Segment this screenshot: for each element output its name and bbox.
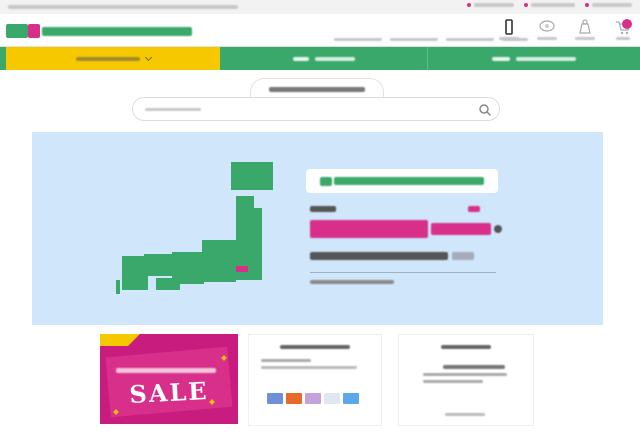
header-link-1[interactable] <box>334 38 382 41</box>
hero-line3 <box>310 252 474 260</box>
map-region-tohoku-north <box>236 196 254 208</box>
account-button[interactable] <box>496 19 522 40</box>
chevron-down-icon <box>144 53 152 62</box>
card-brand-icon <box>267 393 283 404</box>
card-brand-icon <box>286 393 302 404</box>
notice-text <box>8 5 238 9</box>
sale-banner[interactable]: SALE <box>100 334 238 424</box>
header-link-3[interactable] <box>446 38 494 41</box>
bag-icon <box>579 19 591 34</box>
sale-corner-stripe <box>100 334 140 346</box>
main-nav <box>0 46 640 70</box>
map-region-kanagawa-highlight <box>236 266 248 272</box>
notice-link-1[interactable] <box>467 3 514 7</box>
search-bar <box>132 97 500 121</box>
map-region-kanto <box>234 250 262 280</box>
header-link-2[interactable] <box>390 38 438 41</box>
notice-links <box>467 3 632 7</box>
japan-map-illustration <box>116 162 273 294</box>
history-button[interactable] <box>572 19 598 40</box>
hero-headline <box>310 220 502 238</box>
sale-subtitle <box>116 368 216 373</box>
card-brand-icon <box>305 393 321 404</box>
hero-shop-logo <box>306 169 498 193</box>
search-input[interactable] <box>145 103 475 117</box>
nav-item-3[interactable] <box>428 47 640 70</box>
card-brand-icon <box>324 393 340 404</box>
notice-link-2[interactable] <box>524 3 575 7</box>
map-region-chubu <box>202 240 236 282</box>
card3-text <box>423 365 507 383</box>
page: SALE <box>0 0 640 436</box>
user-icon <box>505 19 513 35</box>
map-region-kyushu <box>122 256 148 290</box>
hero-line4 <box>310 280 394 284</box>
logo-mark <box>6 24 28 38</box>
logo-mark-accent <box>28 24 40 38</box>
shipping-info-card[interactable] <box>398 334 534 426</box>
card3-link[interactable] <box>445 413 485 416</box>
payment-methods-card[interactable] <box>248 334 382 426</box>
card2-text <box>261 359 357 369</box>
cart-count-badge <box>622 19 632 29</box>
map-region-hokkaido <box>231 162 273 190</box>
site-header <box>0 14 640 46</box>
favorites-button[interactable] <box>534 19 560 40</box>
notice-bar <box>0 0 640 14</box>
map-region-chugoku <box>144 254 174 276</box>
map-region-tohoku <box>236 208 262 250</box>
search-icon[interactable] <box>477 102 493 118</box>
card-brand-icon <box>343 393 359 404</box>
hero-divider <box>310 272 496 273</box>
map-region-shikoku <box>156 278 180 290</box>
heart-icon <box>539 20 555 32</box>
map-region-okinawa <box>116 280 120 294</box>
payment-brand-logos <box>267 393 359 404</box>
notice-link-3[interactable] <box>585 3 632 7</box>
card2-title <box>249 345 381 349</box>
header-icons <box>496 19 636 40</box>
hero-banner[interactable] <box>32 132 603 325</box>
site-logo[interactable] <box>6 24 192 38</box>
card3-title <box>399 345 533 349</box>
nav-item-2[interactable] <box>220 47 428 70</box>
hero-line1 <box>310 206 480 212</box>
nav-item-category[interactable] <box>6 47 220 70</box>
